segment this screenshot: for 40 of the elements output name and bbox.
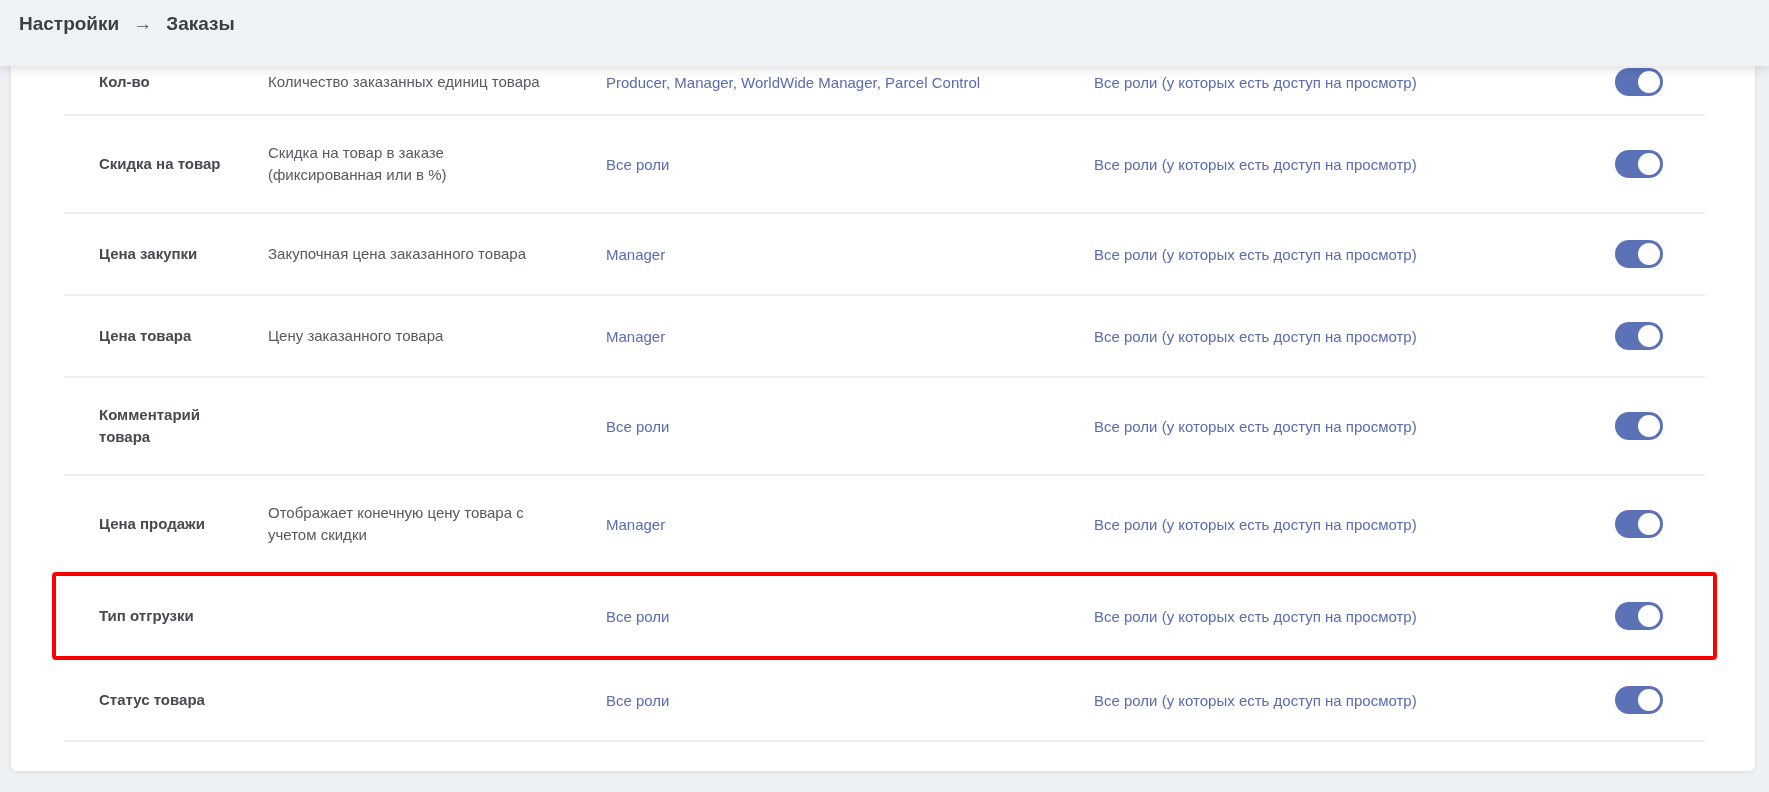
page-title: Заказы <box>166 13 235 35</box>
view-roles-link[interactable]: Все роли (у которых есть доступ на просмотр) <box>1094 245 1417 263</box>
edit-roles-link[interactable]: Все роли <box>606 691 670 709</box>
field-description: Закупочная цена заказанного товара <box>268 244 527 264</box>
field-name: Цена товара <box>99 326 193 346</box>
view-roles-link[interactable]: Все роли (у которых есть доступ на просмотр) <box>1094 607 1417 625</box>
field-name: Скидка на товар <box>99 154 222 174</box>
arrow-icon: → <box>133 13 153 35</box>
view-roles-link[interactable]: Все роли (у которых есть доступ на просмотр) <box>1094 327 1417 345</box>
edit-roles-link[interactable]: Manager <box>606 515 666 533</box>
toggle-switch[interactable] <box>1615 602 1663 630</box>
view-roles-link[interactable]: Все роли (у которых есть доступ на просмотр) <box>1094 515 1417 533</box>
field-name: Кол-во <box>99 72 151 92</box>
toggle-switch[interactable] <box>1615 686 1663 714</box>
field-name: Цена продажи <box>99 514 206 534</box>
edit-roles-link[interactable]: Все роли <box>606 417 670 435</box>
toggle-switch[interactable] <box>1615 510 1663 538</box>
field-name: Комментарий товара <box>99 405 201 447</box>
view-roles-link[interactable]: Все роли (у которых есть доступ на просмотр) <box>1094 73 1417 91</box>
breadcrumb-link[interactable]: Настройки <box>19 13 120 35</box>
edit-roles-link[interactable]: Все роли <box>606 607 670 625</box>
toggle-switch[interactable] <box>1615 68 1663 96</box>
edit-roles-link[interactable]: Producer, Manager, WorldWide Manager, Parcel Control <box>606 73 981 91</box>
toggle-switch[interactable] <box>1615 150 1663 178</box>
toggle-switch[interactable] <box>1615 412 1663 440</box>
field-name: Тип отгрузки <box>99 606 195 626</box>
toggle-switch[interactable] <box>1615 240 1663 268</box>
edit-roles-link[interactable]: Manager <box>606 327 666 345</box>
edit-roles-link[interactable]: Manager <box>606 245 666 263</box>
field-description: Цену заказанного товара <box>268 326 445 346</box>
toggle-switch[interactable] <box>1615 322 1663 350</box>
field-description: Количество заказанных единиц товара <box>268 72 541 92</box>
view-roles-link[interactable]: Все роли (у которых есть доступ на просмотр) <box>1094 155 1417 173</box>
field-name: Статус товара <box>99 690 206 710</box>
field-description: Отображает конечную цену товара с учетом скидки <box>268 503 525 545</box>
edit-roles-link[interactable]: Все роли <box>606 155 670 173</box>
field-name: Цена закупки <box>99 244 199 264</box>
view-roles-link[interactable]: Все роли (у которых есть доступ на просмотр) <box>1094 691 1417 709</box>
field-description: Скидка на товар в заказе (фиксированная или в %) <box>268 143 448 185</box>
view-roles-link[interactable]: Все роли (у которых есть доступ на просмотр) <box>1094 417 1417 435</box>
